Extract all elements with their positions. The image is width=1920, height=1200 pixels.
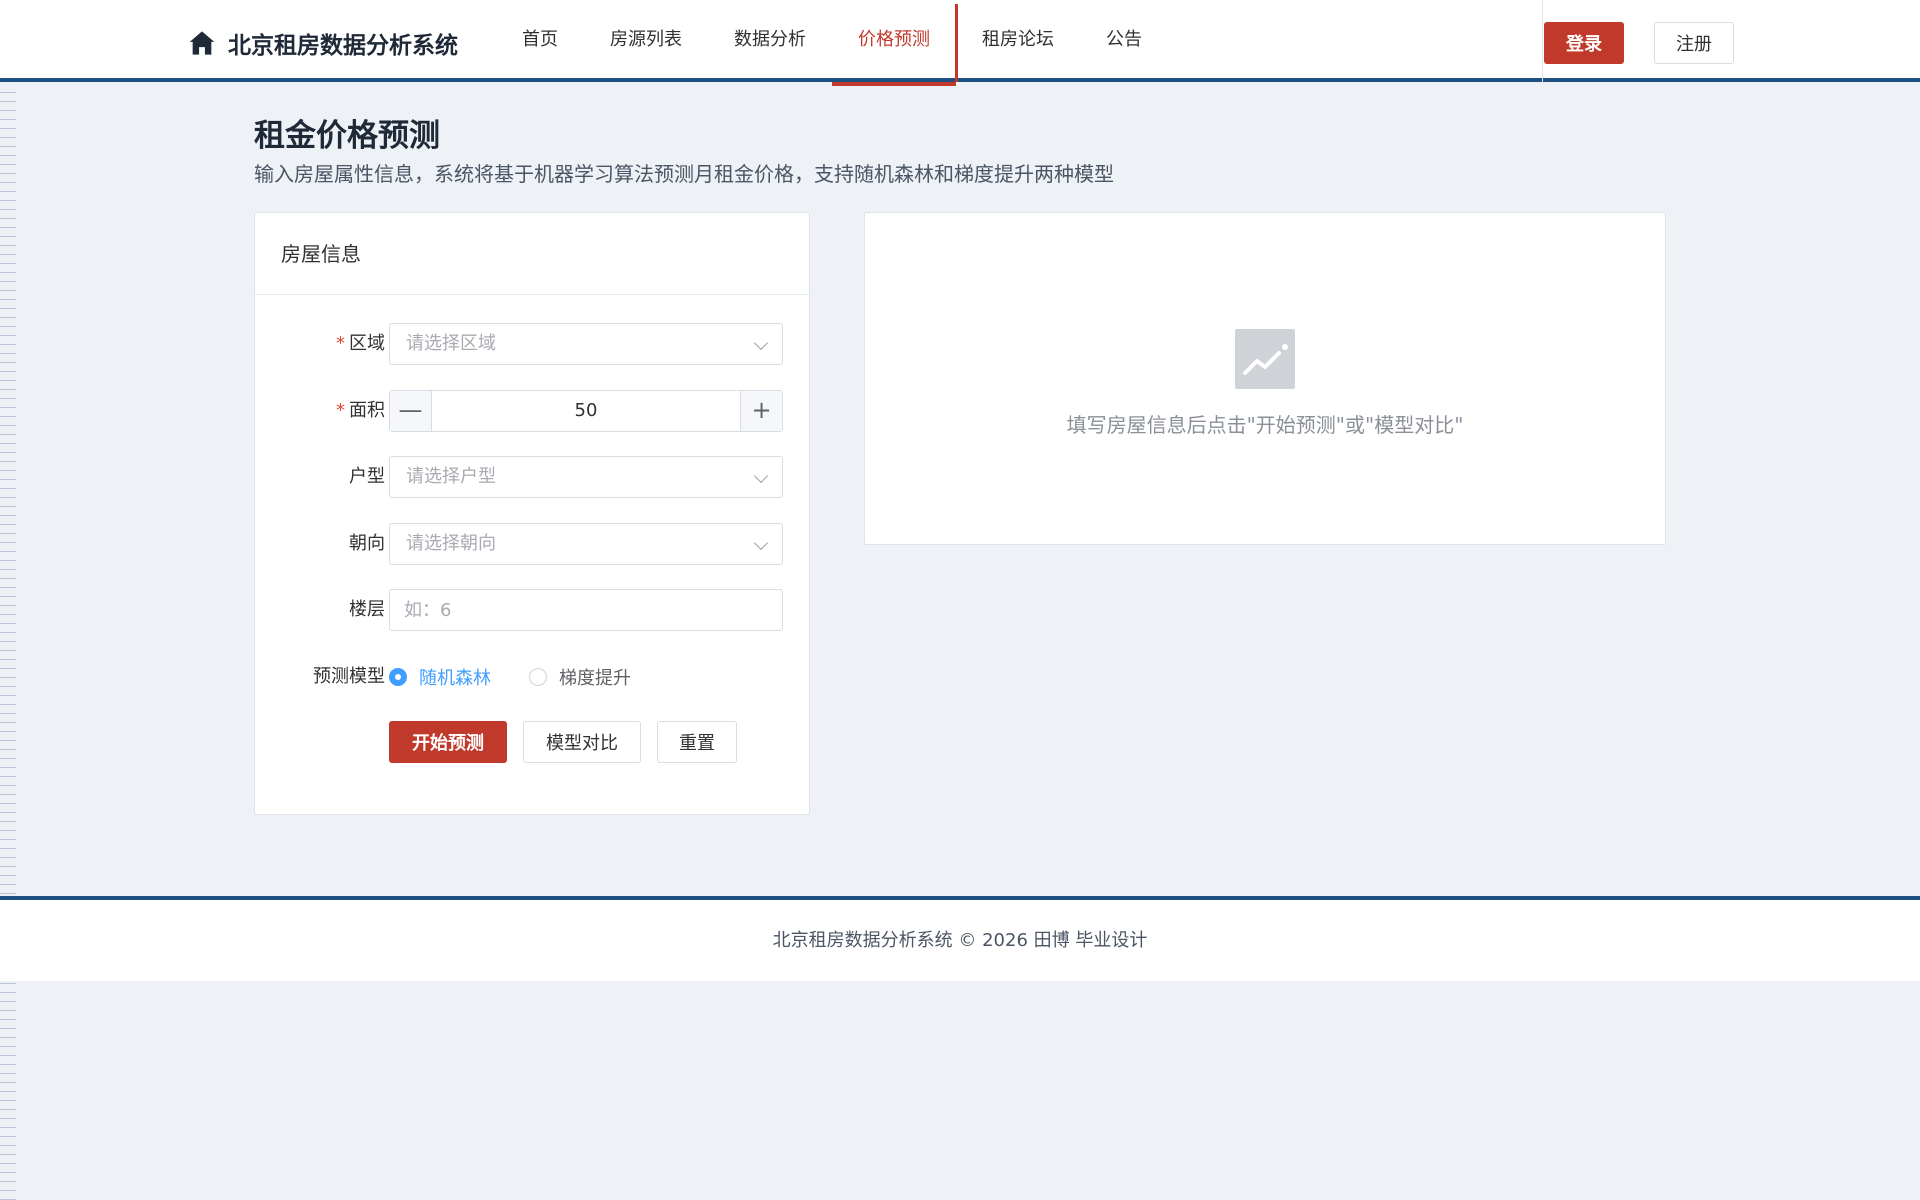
form-actions: 开始预测 模型对比 重置 — [389, 721, 753, 763]
area-decrement-button[interactable]: — — [390, 391, 432, 431]
area-stepper[interactable]: — 50 + — [389, 390, 783, 432]
district-select[interactable]: 请选择区域 — [389, 323, 783, 365]
layout-row: 户型 请选择户型 — [255, 456, 811, 498]
model-row: 预测模型 随机森林 梯度提升 — [255, 656, 811, 698]
top-header: 北京租房数据分析系统 首页 房源列表 数据分析 价格预测 租房论坛 公告 登录 … — [0, 0, 1920, 86]
district-placeholder: 请选择区域 — [406, 333, 496, 354]
footer-copyright: 北京租房数据分析系统 © 2026 田博 毕业设计 — [772, 930, 1148, 951]
layout-placeholder: 请选择户型 — [406, 466, 496, 487]
main-nav: 首页 房源列表 数据分析 价格预测 租房论坛 公告 — [496, 0, 1168, 86]
model-label: 预测模型 — [313, 666, 385, 687]
model-compare-button[interactable]: 模型对比 — [523, 721, 641, 763]
district-label: * 区域 — [336, 333, 385, 354]
required-marker: * — [336, 400, 345, 421]
radio-checked-icon — [389, 668, 407, 686]
orientation-row: 朝向 请选择朝向 — [255, 523, 811, 565]
layout-label: 户型 — [349, 466, 385, 487]
app-title: 北京租房数据分析系统 — [228, 33, 458, 59]
chevron-down-icon — [753, 335, 769, 351]
district-row: * 区域 请选择区域 — [255, 323, 811, 365]
floor-label: 楼层 — [349, 599, 385, 620]
orientation-label: 朝向 — [349, 533, 385, 554]
chevron-down-icon — [753, 468, 769, 484]
radio-unchecked-icon — [529, 668, 547, 686]
chart-trend-icon — [1235, 329, 1295, 389]
prediction-result-card: 填写房屋信息后点击"开始预测"或"模型对比" — [864, 212, 1666, 545]
orientation-placeholder: 请选择朝向 — [406, 533, 496, 554]
area-increment-button[interactable]: + — [740, 391, 782, 431]
nav-listings[interactable]: 房源列表 — [584, 0, 708, 82]
floor-input[interactable] — [389, 589, 783, 631]
left-edge-decoration — [0, 84, 16, 1200]
home-icon — [189, 31, 215, 55]
area-row: * 面积 — 50 + — [255, 390, 811, 432]
login-button[interactable]: 登录 — [1544, 22, 1624, 64]
card-title: 房屋信息 — [255, 213, 809, 295]
auth-divider — [1542, 0, 1543, 82]
nav-analysis[interactable]: 数据分析 — [708, 0, 832, 82]
radio-label: 梯度提升 — [559, 668, 631, 689]
orientation-select[interactable]: 请选择朝向 — [389, 523, 783, 565]
register-button[interactable]: 注册 — [1654, 22, 1734, 64]
radio-random-forest[interactable]: 随机森林 — [389, 664, 491, 690]
area-value[interactable]: 50 — [432, 391, 740, 431]
radio-label: 随机森林 — [419, 668, 491, 689]
page-footer: 北京租房数据分析系统 © 2026 田博 毕业设计 — [0, 896, 1920, 981]
model-radio-group: 随机森林 梯度提升 — [389, 656, 669, 698]
nav-home[interactable]: 首页 — [496, 0, 584, 82]
nav-announcements[interactable]: 公告 — [1080, 0, 1168, 82]
start-predict-button[interactable]: 开始预测 — [389, 721, 507, 763]
floor-row: 楼层 — [255, 589, 811, 631]
layout-select[interactable]: 请选择户型 — [389, 456, 783, 498]
house-info-card: 房屋信息 * 区域 请选择区域 * 面积 — 50 + 户型 请选择户型 朝向 请选… — [254, 212, 810, 815]
chevron-down-icon — [753, 535, 769, 551]
nav-price-prediction[interactable]: 价格预测 — [832, 0, 958, 86]
reset-button[interactable]: 重置 — [657, 721, 737, 763]
area-label: * 面积 — [336, 400, 385, 421]
empty-state-text: 填写房屋信息后点击"开始预测"或"模型对比" — [1066, 413, 1464, 437]
nav-forum[interactable]: 租房论坛 — [956, 0, 1080, 82]
page-subtitle: 输入房屋属性信息，系统将基于机器学习算法预测月租金价格，支持随机森林和梯度提升两… — [254, 162, 1114, 186]
page-title: 租金价格预测 — [254, 118, 440, 154]
app-logo[interactable]: 北京租房数据分析系统 — [188, 26, 458, 60]
required-marker: * — [336, 333, 345, 354]
radio-gradient-boosting[interactable]: 梯度提升 — [529, 664, 631, 690]
